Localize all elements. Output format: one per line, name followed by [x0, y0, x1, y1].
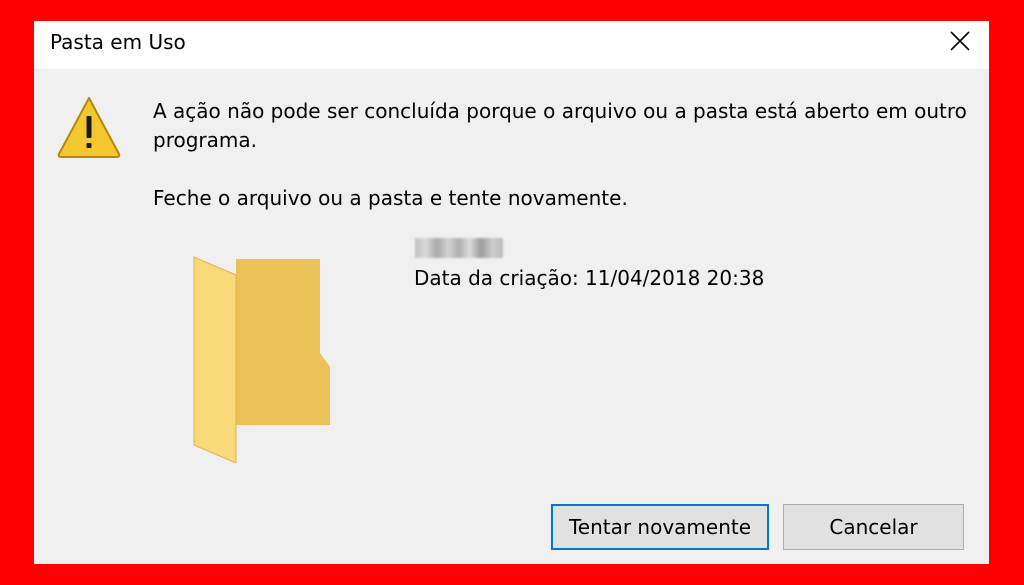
close-icon: [950, 31, 970, 51]
warning-icon: [57, 97, 121, 158]
creation-date-text: Data da criação: 11/04/2018 20:38: [414, 266, 765, 290]
file-in-use-dialog: Pasta em Uso A ação não pode ser concluí…: [34, 21, 989, 564]
close-button[interactable]: [931, 21, 989, 61]
error-message: A ação não pode ser concluída porque o a…: [153, 99, 967, 152]
redacted-file-name: [415, 238, 503, 258]
title-bar[interactable]: Pasta em Uso: [34, 21, 989, 69]
red-border-frame: Pasta em Uso A ação não pode ser concluí…: [0, 0, 1024, 585]
dialog-title: Pasta em Uso: [50, 30, 186, 54]
cancel-button[interactable]: Cancelar: [783, 504, 964, 550]
retry-button[interactable]: Tentar novamente: [551, 504, 769, 550]
instruction-message: Feche o arquivo ou a pasta e tente novam…: [153, 186, 628, 210]
folder-icon: [193, 256, 330, 463]
